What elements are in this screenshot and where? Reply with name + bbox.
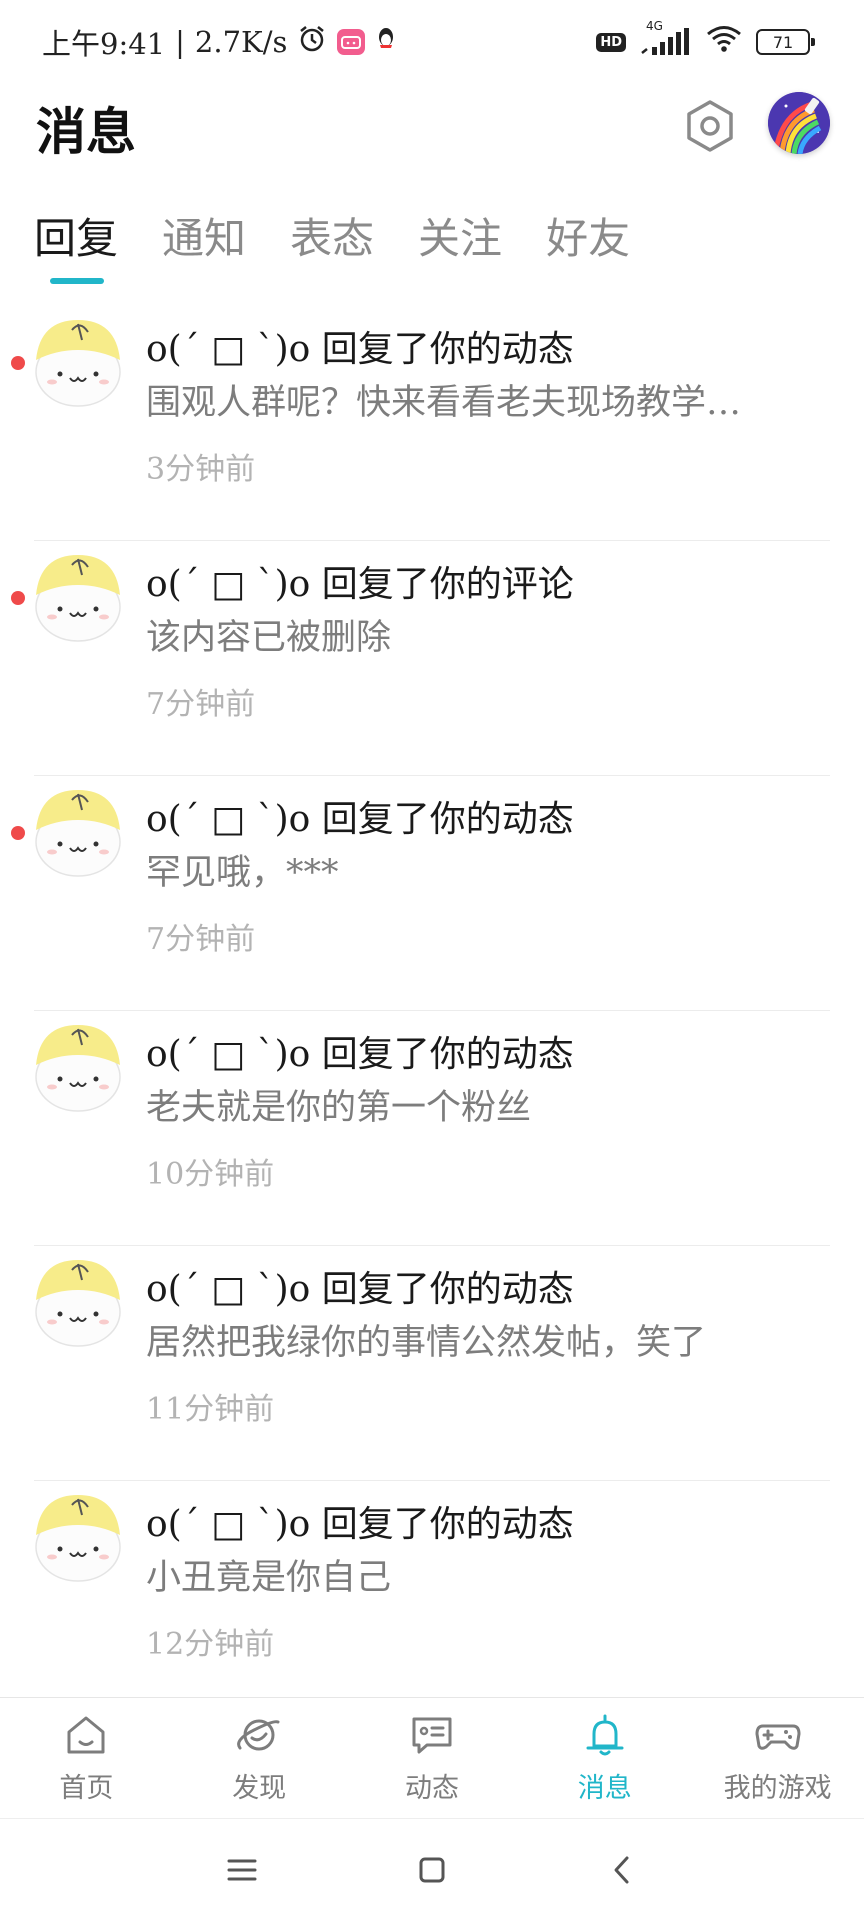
bottom-nav: 首页 发现 动态 消息 我的游戏 [0, 1697, 864, 1817]
status-time: 上午9:41 [42, 27, 166, 61]
battery-icon: 71 [756, 29, 815, 55]
message-title: o(´ □ `)o 回复了你的动态 [146, 799, 574, 840]
gamepad-icon [755, 1724, 801, 1750]
message-content: 老夫就是你的第一个粉丝 [146, 1088, 532, 1128]
nav-label: 动态 [404, 1773, 459, 1804]
avatar[interactable] [30, 549, 126, 645]
back-button[interactable] [602, 1850, 642, 1890]
message-content: 该内容已被删除 [146, 618, 392, 658]
mochi-avatar-icon [35, 1260, 121, 1347]
avatar[interactable] [30, 314, 126, 410]
wifi-icon [706, 25, 742, 60]
avatar[interactable] [30, 1489, 126, 1585]
nav-discover[interactable]: 发现 [173, 1698, 346, 1817]
tab-reply[interactable]: 回复 [34, 205, 118, 266]
page-title: 消息 [36, 103, 136, 161]
hd-badge: HD [596, 32, 626, 52]
message-time: 10分钟前 [146, 1157, 275, 1192]
message-title: o(´ □ `)o 回复了你的动态 [146, 329, 574, 370]
square-icon [419, 1857, 445, 1882]
list-item[interactable]: o(´ □ `)o 回复了你的动态 罕见哦，*** 7分钟前 [0, 776, 864, 1011]
status-bar: 上午9:41 | 2.7K/s HD 4G 71 [0, 0, 864, 84]
message-time: 3分钟前 [146, 452, 256, 487]
message-time: 7分钟前 [146, 922, 256, 957]
message-time: 11分钟前 [146, 1392, 275, 1427]
message-time: 12分钟前 [146, 1627, 275, 1662]
recent-apps-button[interactable] [222, 1850, 262, 1890]
mochi-avatar-icon [35, 1495, 121, 1582]
unread-dot [11, 356, 25, 370]
message-list: o(´ □ `)o 回复了你的动态 围观人群呢？快来看看老夫现场教学… 3分钟前… [0, 306, 864, 1716]
message-title: o(´ □ `)o 回复了你的动态 [146, 1034, 574, 1075]
mochi-avatar-icon [35, 1025, 121, 1112]
mochi-avatar-icon [35, 790, 121, 877]
message-title: o(´ □ `)o 回复了你的评论 [146, 564, 574, 605]
tab-notice[interactable]: 通知 [162, 205, 246, 266]
avatar[interactable] [30, 784, 126, 880]
system-nav [0, 1818, 864, 1920]
planet-icon [237, 1719, 280, 1751]
tab-follow[interactable]: 关注 [418, 205, 502, 266]
unread-dot [11, 591, 25, 605]
chevron-left-icon [614, 1856, 629, 1883]
message-tabs: 回复 通知 表态 关注 好友 [34, 205, 630, 266]
tab-friends[interactable]: 好友 [546, 205, 630, 266]
nav-label: 消息 [577, 1773, 632, 1804]
list-item[interactable]: o(´ □ `)o 回复了你的评论 该内容已被删除 7分钟前 [0, 541, 864, 776]
status-left: 上午9:41 | 2.7K/s [42, 21, 397, 63]
alarm-icon [297, 24, 327, 61]
status-separator: | [175, 25, 185, 59]
message-time: 7分钟前 [146, 687, 256, 722]
list-item[interactable]: o(´ □ `)o 回复了你的动态 居然把我绿你的事情公然发帖，笑了 11分钟前 [0, 1246, 864, 1481]
qq-icon [375, 25, 397, 59]
chat-card-icon [412, 1717, 452, 1754]
message-content: 居然把我绿你的事情公然发帖，笑了 [146, 1323, 707, 1363]
signal-icon: 4G [640, 19, 692, 57]
user-avatar[interactable] [768, 92, 830, 154]
list-item[interactable]: o(´ □ `)o 回复了你的动态 围观人群呢？快来看看老夫现场教学… 3分钟前 [0, 306, 864, 541]
settings-button[interactable] [682, 98, 738, 154]
message-title: o(´ □ `)o 回复了你的动态 [146, 1269, 574, 1310]
tab-reaction[interactable]: 表态 [290, 205, 374, 266]
nav-my-games[interactable]: 我的游戏 [691, 1698, 864, 1817]
status-right: HD 4G 71 [596, 19, 815, 60]
message-title: o(´ □ `)o 回复了你的动态 [146, 1504, 574, 1545]
avatar[interactable] [30, 1019, 126, 1115]
message-content: 小丑竟是你自己 [146, 1558, 392, 1598]
bell-icon [586, 1714, 624, 1756]
nav-messages[interactable]: 消息 [518, 1698, 691, 1817]
hexagon-settings-icon [687, 100, 733, 152]
nav-label: 首页 [59, 1773, 114, 1804]
list-item[interactable]: o(´ □ `)o 回复了你的动态 小丑竟是你自己 12分钟前 [0, 1481, 864, 1716]
rainbow-avatar-icon [768, 92, 830, 154]
avatar[interactable] [30, 1254, 126, 1350]
nav-label: 我的游戏 [723, 1773, 832, 1804]
message-content: 罕见哦，*** [146, 853, 339, 893]
mochi-avatar-icon [35, 320, 121, 407]
nav-label: 发现 [232, 1773, 287, 1804]
list-item[interactable]: o(´ □ `)o 回复了你的动态 老夫就是你的第一个粉丝 10分钟前 [0, 1011, 864, 1246]
menu-icon [227, 1859, 257, 1880]
home-icon [67, 1716, 105, 1754]
unread-dot [11, 826, 25, 840]
mochi-avatar-icon [35, 555, 121, 642]
status-net-speed: 2.7K/s [194, 25, 288, 59]
message-content: 围观人群呢？快来看看老夫现场教学… [146, 383, 742, 423]
nav-home[interactable]: 首页 [0, 1698, 173, 1817]
nav-feed[interactable]: 动态 [346, 1698, 519, 1817]
tab-active-indicator [50, 278, 104, 284]
bilibili-icon [337, 29, 366, 55]
home-button[interactable] [412, 1850, 452, 1890]
